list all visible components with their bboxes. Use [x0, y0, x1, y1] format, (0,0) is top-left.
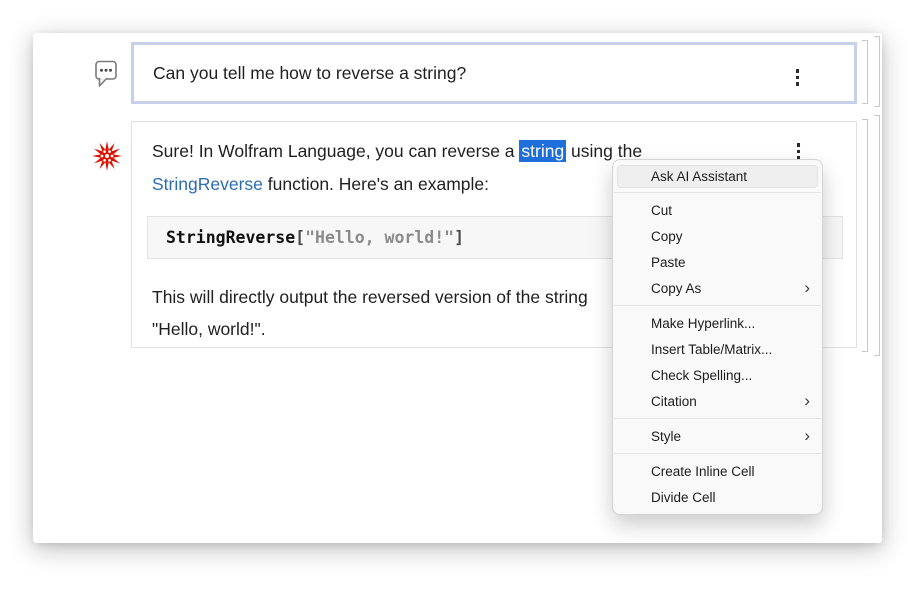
menu-divider — [614, 192, 821, 193]
menu-divider — [614, 418, 821, 419]
ai-response-text: Sure! In Wolfram Language, you can rever… — [152, 135, 642, 201]
chat-bubble-icon — [95, 60, 117, 94]
menu-item-copy-as[interactable]: Copy As› — [613, 275, 822, 301]
string-reverse-link[interactable]: StringReverse — [152, 174, 263, 194]
menu-divider — [614, 453, 821, 454]
selected-word: string — [519, 140, 566, 162]
menu-item-make-hyperlink[interactable]: Make Hyperlink... — [613, 310, 822, 336]
context-menu: Ask AI Assistant Cut Copy Paste Copy As›… — [612, 159, 823, 515]
submenu-chevron-icon: › — [804, 392, 810, 409]
menu-item-create-inline-cell[interactable]: Create Inline Cell — [613, 458, 822, 484]
ai-text-line1-pre: Sure! In Wolfram Language, you can rever… — [152, 141, 519, 161]
code-function-name: StringReverse — [166, 228, 295, 247]
page-background: Can you tell me how to reverse a string?… — [0, 0, 924, 590]
wolfram-spikey-icon — [92, 141, 122, 176]
cell-bracket-user[interactable] — [862, 40, 868, 104]
cell-group-bracket-user[interactable] — [874, 36, 880, 107]
menu-item-insert-table-matrix[interactable]: Insert Table/Matrix... — [613, 336, 822, 362]
user-chat-cell[interactable]: Can you tell me how to reverse a string? — [131, 42, 857, 104]
paragraph-line2: "Hello, world!". — [152, 313, 588, 345]
menu-item-ask-ai-assistant[interactable]: Ask AI Assistant — [617, 165, 818, 188]
paragraph-line1: This will directly output the reversed v… — [152, 281, 588, 313]
code-close-bracket: ] — [454, 228, 464, 247]
submenu-chevron-icon: › — [804, 279, 810, 296]
code-string-literal: "Hello, world!" — [305, 228, 454, 247]
cell-bracket-ai[interactable] — [862, 119, 868, 352]
menu-item-citation[interactable]: Citation› — [613, 388, 822, 414]
vertical-ellipsis-icon[interactable] — [796, 69, 800, 86]
user-chat-text: Can you tell me how to reverse a string? — [153, 63, 466, 84]
notebook-panel: Can you tell me how to reverse a string?… — [33, 33, 882, 543]
vertical-ellipsis-icon[interactable] — [797, 143, 801, 160]
menu-divider — [614, 305, 821, 306]
ai-text-line1-post: using the — [566, 141, 642, 161]
ai-text-line2: StringReverse function. Here's an exampl… — [152, 168, 642, 201]
cell-group-bracket-ai[interactable] — [874, 115, 880, 356]
menu-item-check-spelling[interactable]: Check Spelling... — [613, 362, 822, 388]
ai-response-paragraph: This will directly output the reversed v… — [152, 281, 588, 345]
submenu-chevron-icon: › — [804, 427, 810, 444]
menu-item-style[interactable]: Style› — [613, 423, 822, 449]
menu-item-divide-cell[interactable]: Divide Cell — [613, 484, 822, 510]
menu-item-copy[interactable]: Copy — [613, 223, 822, 249]
ai-text-line2-rest: function. Here's an example: — [263, 174, 489, 194]
ai-text-line1: Sure! In Wolfram Language, you can rever… — [152, 135, 642, 168]
code-open-bracket: [ — [295, 228, 305, 247]
menu-item-paste[interactable]: Paste — [613, 249, 822, 275]
menu-item-cut[interactable]: Cut — [613, 197, 822, 223]
